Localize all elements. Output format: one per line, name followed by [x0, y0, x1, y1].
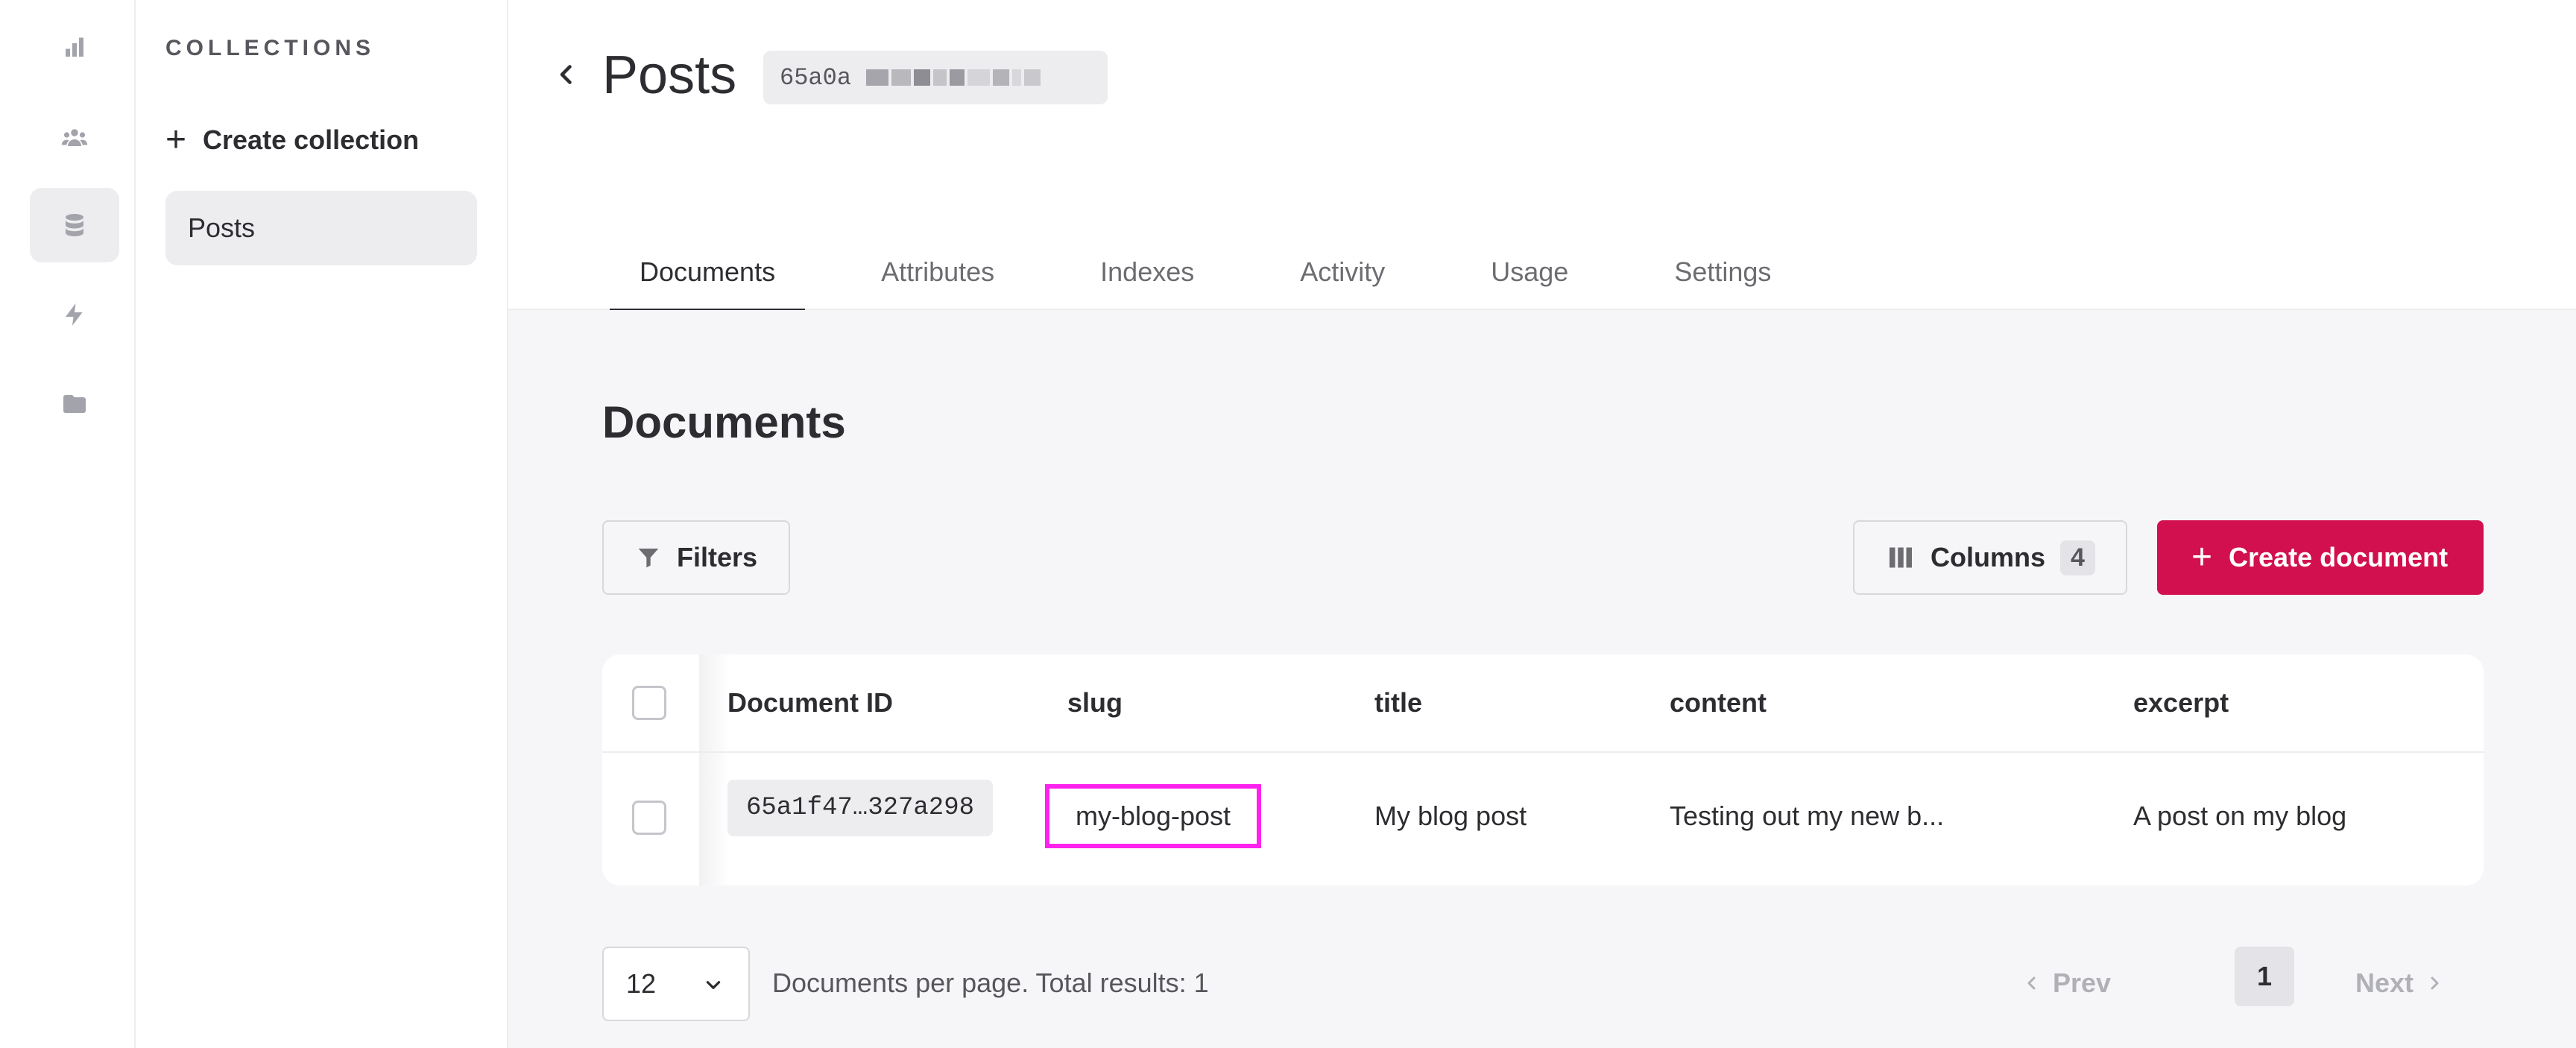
column-header-excerpt[interactable]: excerpt	[2133, 687, 2229, 719]
databases-nav-button[interactable]	[30, 188, 119, 262]
chevron-left-icon	[2027, 976, 2036, 990]
page-number-current[interactable]: 1	[2235, 947, 2294, 1006]
collection-item-posts[interactable]: Posts	[165, 191, 477, 265]
collections-heading: COLLECTIONS	[165, 36, 375, 60]
folder-icon	[63, 395, 86, 413]
users-icon	[61, 129, 88, 146]
pagination-bar: 12 Documents per page. Total results: 1 …	[602, 947, 2484, 1021]
row-select-checkbox[interactable]	[632, 801, 666, 835]
chevron-right-icon	[2431, 976, 2439, 990]
collections-panel: COLLECTIONS + Create collection Posts	[136, 0, 508, 1048]
tab-bar: Documents Attributes Indexes Activity Us…	[610, 234, 1847, 312]
documents-content: Documents Filters Columns 4 + Create doc…	[508, 310, 2576, 1048]
page-size-value: 12	[626, 968, 657, 999]
overview-nav-button[interactable]	[30, 10, 119, 85]
plus-icon: +	[165, 120, 187, 160]
tab-documents[interactable]: Documents	[610, 234, 806, 312]
column-header-content[interactable]: content	[1670, 687, 1767, 719]
title-cell: My blog post	[1374, 801, 1527, 831]
page-title: Posts	[602, 45, 737, 105]
tab-usage[interactable]: Usage	[1461, 234, 1598, 310]
documents-heading: Documents	[602, 397, 846, 447]
lightning-icon	[66, 303, 83, 326]
tab-activity[interactable]: Activity	[1270, 234, 1415, 310]
create-collection-button[interactable]: + Create collection	[165, 119, 419, 161]
page-size-select[interactable]: 12	[602, 947, 750, 1021]
tab-attributes[interactable]: Attributes	[851, 234, 1024, 310]
header-divider	[602, 751, 2484, 753]
document-id-cell[interactable]: 65a1f47…327a298	[727, 780, 993, 836]
column-shadow	[699, 654, 730, 886]
columns-label: Columns	[1931, 542, 2046, 572]
storage-nav-button[interactable]	[30, 367, 119, 441]
collection-id-chip[interactable]: 65a0a	[763, 51, 1108, 104]
database-icon	[66, 214, 83, 236]
column-header-slug[interactable]: slug	[1067, 687, 1123, 719]
slug-cell-highlighted: my-blog-post	[1045, 784, 1261, 848]
select-all-checkbox[interactable]	[632, 686, 666, 720]
columns-button[interactable]: Columns 4	[1853, 520, 2127, 595]
excerpt-cell: A post on my blog	[2133, 801, 2347, 831]
prev-page-button[interactable]: Prev	[2023, 967, 2111, 999]
back-chevron-icon[interactable]	[553, 61, 580, 88]
filters-button[interactable]: Filters	[602, 520, 790, 595]
results-summary: Documents per page. Total results: 1	[772, 967, 1209, 998]
functions-nav-button[interactable]	[30, 277, 119, 352]
tab-settings[interactable]: Settings	[1644, 234, 1801, 310]
auth-nav-button[interactable]	[30, 100, 119, 174]
create-document-button[interactable]: + Create document	[2157, 520, 2484, 595]
documents-table: Document ID slug title content excerpt 6…	[602, 654, 2484, 886]
next-label: Next	[2355, 967, 2414, 998]
create-document-label: Create document	[2229, 542, 2449, 572]
plus-icon: +	[2191, 537, 2213, 577]
column-header-title[interactable]: title	[1374, 687, 1422, 719]
chevron-down-icon	[706, 981, 721, 989]
next-page-button[interactable]: Next	[2355, 967, 2443, 999]
funnel-icon	[638, 549, 659, 568]
columns-icon	[1890, 547, 1912, 568]
column-header-document-id[interactable]: Document ID	[727, 687, 893, 719]
content-cell: Testing out my new b...	[1670, 801, 1945, 831]
prev-label: Prev	[2053, 967, 2112, 998]
tab-indexes[interactable]: Indexes	[1070, 234, 1224, 310]
columns-count-badge: 4	[2060, 540, 2095, 575]
icon-rail	[0, 0, 136, 1048]
collection-id-text: 65a0a	[780, 63, 852, 92]
page-header: Posts 65a0a Documents Attributes Indexes…	[508, 0, 2576, 312]
bar-chart-icon	[66, 37, 83, 57]
filters-label: Filters	[677, 542, 758, 572]
redacted-id-blur	[866, 69, 1044, 86]
create-collection-label: Create collection	[203, 124, 420, 155]
